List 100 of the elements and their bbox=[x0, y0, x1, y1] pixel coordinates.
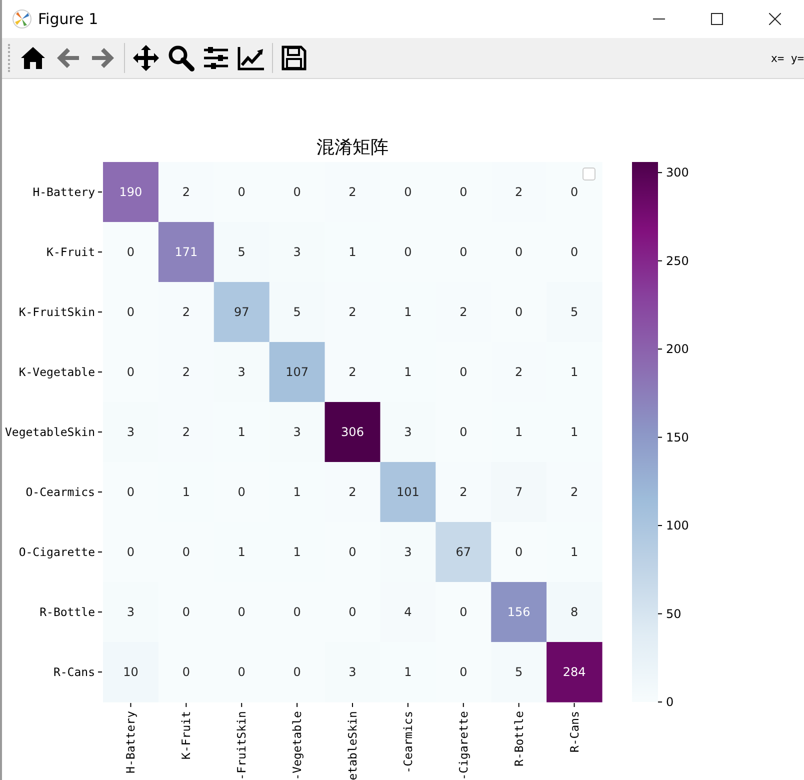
cell-value: 0 bbox=[570, 185, 578, 199]
cell-value: 2 bbox=[182, 305, 190, 319]
row-label: VegetableSkin bbox=[4, 425, 95, 439]
close-icon bbox=[769, 13, 781, 25]
cell-value: 5 bbox=[570, 305, 578, 319]
row-label: K-FruitSkin bbox=[18, 305, 95, 319]
cursor-coordinates: x= y= bbox=[770, 52, 804, 64]
row-label: R-Cans bbox=[53, 665, 95, 679]
cell-value: 0 bbox=[348, 605, 356, 619]
cell-value: 1 bbox=[570, 365, 578, 379]
colorbar-tick-label: 150 bbox=[666, 430, 689, 444]
cell-value: 0 bbox=[293, 185, 301, 199]
heatmap-cell bbox=[491, 582, 547, 642]
zoom-icon[interactable] bbox=[167, 44, 195, 72]
colorbar-tick-label: 300 bbox=[666, 166, 689, 180]
row-label: H-Battery bbox=[32, 185, 95, 199]
column-label: K-Fruit bbox=[179, 711, 194, 760]
row-label: O-Cigarette bbox=[18, 545, 95, 559]
cell-value: 67 bbox=[456, 545, 472, 559]
row-label: O-Cearmics bbox=[26, 485, 95, 499]
home-icon[interactable] bbox=[19, 44, 47, 72]
cell-value: 0 bbox=[460, 605, 468, 619]
cell-value: 0 bbox=[460, 365, 468, 379]
cell-value: 2 bbox=[515, 365, 523, 379]
window-title: Figure 1 bbox=[38, 10, 98, 28]
cell-value: 0 bbox=[238, 485, 246, 499]
heatmap-cell bbox=[103, 162, 159, 222]
cell-value: 1 bbox=[404, 665, 412, 679]
cell-value: 306 bbox=[341, 425, 364, 439]
cell-value: 0 bbox=[404, 185, 412, 199]
cell-value: 97 bbox=[234, 305, 250, 319]
heatmap-cell bbox=[380, 462, 436, 522]
line-chart-icon[interactable] bbox=[237, 44, 265, 72]
heatmap-cell bbox=[103, 642, 159, 702]
cell-value: 3 bbox=[126, 425, 135, 439]
column-label: -Cearmics bbox=[400, 711, 415, 774]
cell-value: 171 bbox=[174, 245, 198, 259]
logo-icon bbox=[12, 9, 32, 29]
cell-value: 5 bbox=[515, 665, 523, 679]
colorbar-tick-label: 100 bbox=[666, 518, 689, 533]
cell-value: 2 bbox=[348, 485, 356, 499]
colorbar-tick-label: 200 bbox=[666, 342, 689, 356]
heatmap-cell bbox=[269, 342, 326, 402]
cell-value: 2 bbox=[348, 365, 356, 379]
cell-value: 1 bbox=[182, 485, 190, 499]
row-label: R-Bottle bbox=[40, 605, 95, 619]
cell-value: 3 bbox=[404, 545, 412, 559]
cell-value: 1 bbox=[238, 545, 246, 559]
heatmap-cell bbox=[491, 522, 547, 582]
save-icon[interactable] bbox=[280, 44, 308, 72]
cell-value: 0 bbox=[404, 245, 412, 259]
column-label: -Cigarette bbox=[456, 711, 470, 780]
cell-value: 1 bbox=[238, 425, 246, 439]
pan-arrows-icon[interactable] bbox=[132, 44, 160, 72]
cell-value: 2 bbox=[182, 425, 190, 439]
column-label: -Vegetable bbox=[290, 711, 304, 780]
cell-value: 10 bbox=[123, 665, 138, 679]
heatmap-cell bbox=[546, 642, 602, 702]
cell-value: 1 bbox=[293, 545, 301, 559]
cell-value: 0 bbox=[460, 665, 468, 679]
cell-value: 0 bbox=[293, 665, 301, 679]
cell-value: 0 bbox=[515, 545, 523, 559]
cell-value: 0 bbox=[238, 185, 246, 199]
cell-value: 1 bbox=[515, 425, 523, 439]
cell-value: 0 bbox=[182, 605, 190, 619]
colorbar-tick-label: 250 bbox=[666, 254, 689, 268]
cell-value: 8 bbox=[570, 605, 578, 619]
cell-value: 1 bbox=[348, 245, 356, 259]
cell-value: 1 bbox=[570, 545, 578, 559]
cell-value: 101 bbox=[396, 485, 420, 499]
cell-value: 2 bbox=[182, 365, 190, 379]
heatmap-cell bbox=[158, 222, 214, 282]
cell-value: 190 bbox=[119, 185, 142, 199]
heatmap-cell bbox=[103, 222, 159, 282]
cell-value: 0 bbox=[126, 365, 135, 379]
sliders-icon[interactable] bbox=[202, 44, 230, 72]
legend-box bbox=[582, 168, 596, 180]
colorbar-tick-label: 0 bbox=[666, 695, 674, 709]
cell-value: 2 bbox=[348, 185, 356, 199]
heatmap-cell bbox=[214, 282, 270, 342]
cell-value: 0 bbox=[126, 545, 135, 559]
cell-value: 0 bbox=[515, 305, 523, 319]
cell-value: 3 bbox=[126, 605, 135, 619]
heatmap-cell bbox=[324, 402, 381, 462]
colorbar-tick-label: 50 bbox=[666, 606, 682, 621]
cell-value: 2 bbox=[460, 305, 468, 319]
cell-value: 0 bbox=[293, 605, 301, 619]
cell-value: 3 bbox=[238, 365, 246, 379]
column-label: -FruitSkin bbox=[234, 711, 249, 780]
cell-value: 7 bbox=[515, 485, 523, 499]
cell-value: 5 bbox=[293, 305, 301, 319]
cell-value: 0 bbox=[182, 665, 190, 679]
heatmap-cell bbox=[158, 162, 214, 222]
cell-value: 1 bbox=[570, 425, 578, 439]
heatmap-cell bbox=[491, 642, 547, 702]
cell-value: 0 bbox=[126, 305, 135, 319]
cell-value: 5 bbox=[238, 245, 246, 259]
column-label: H-Battery bbox=[124, 711, 138, 774]
cell-value: 1 bbox=[293, 485, 301, 499]
column-label: R-Cans bbox=[567, 711, 582, 753]
